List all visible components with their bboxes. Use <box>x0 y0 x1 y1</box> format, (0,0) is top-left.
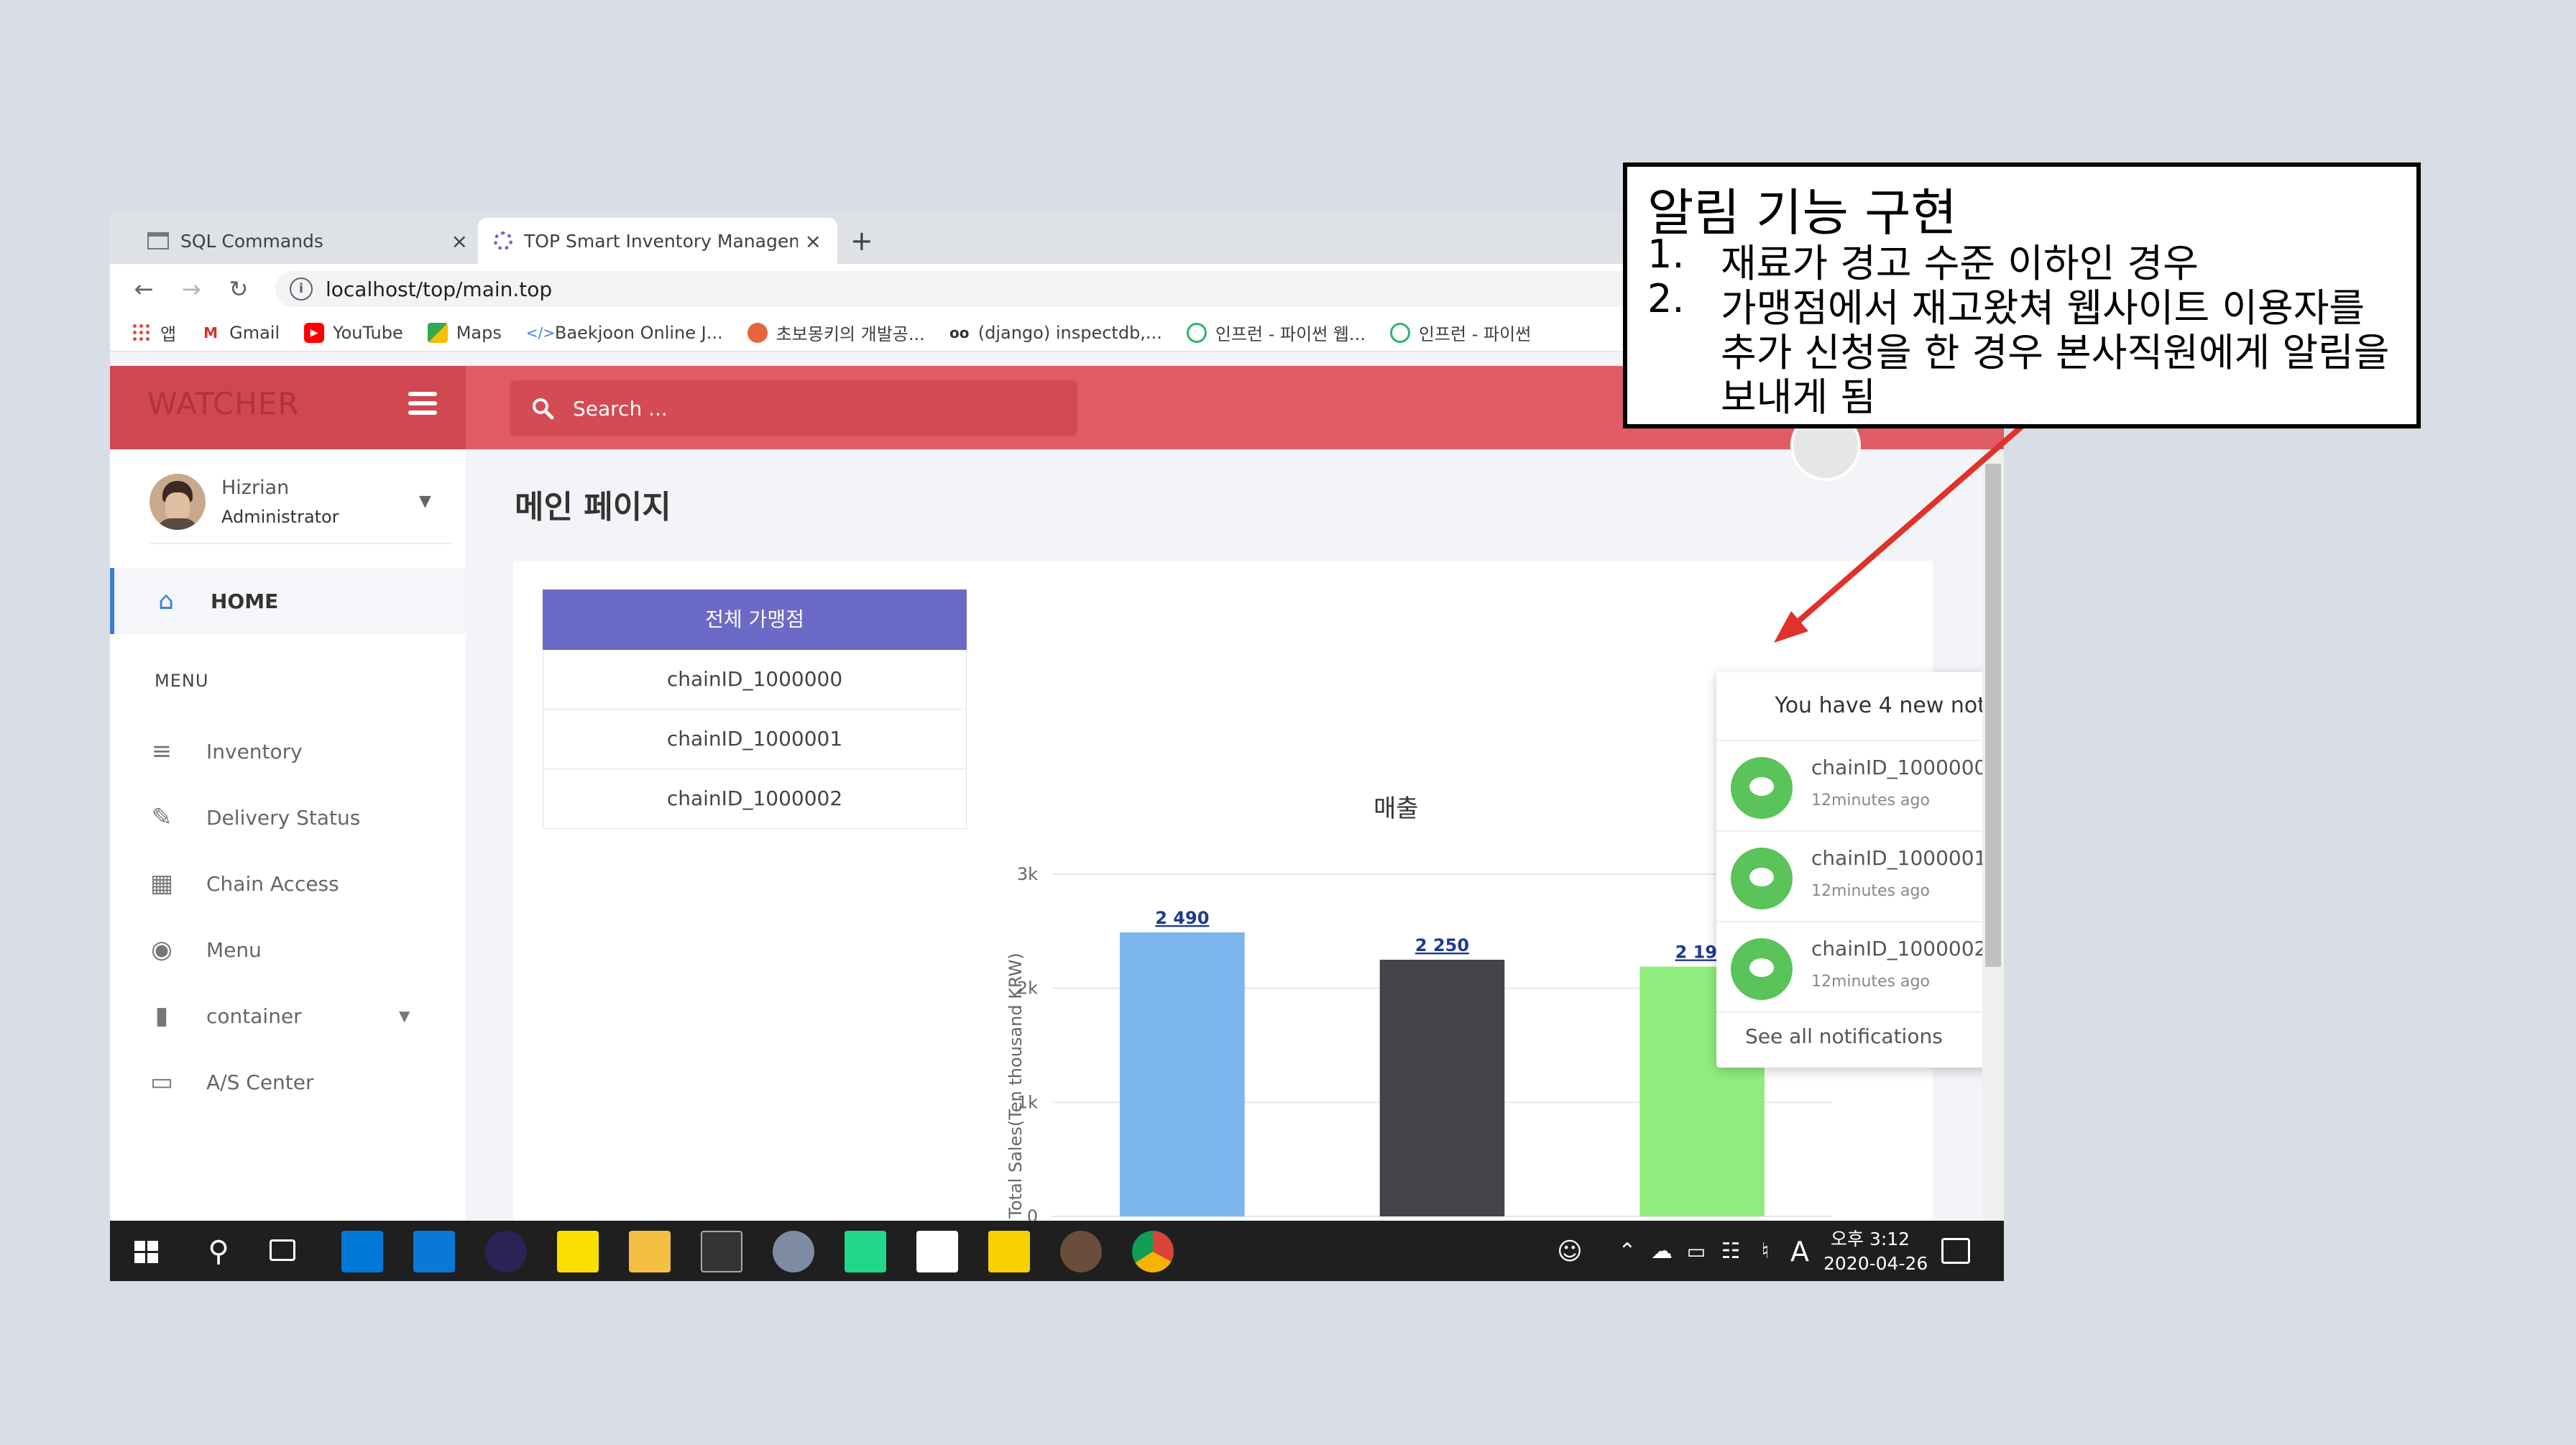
annotation-callout: 알림 기능 구현 1. 재료가 경고 수준 이하인 경우 2. 가맹점에서 재고… <box>1623 162 2421 428</box>
annotation-continuation: 보내게 됨 <box>1721 375 1876 420</box>
annotation-number: 2. <box>1647 276 1685 321</box>
annotation-number: 1. <box>1647 231 1685 277</box>
